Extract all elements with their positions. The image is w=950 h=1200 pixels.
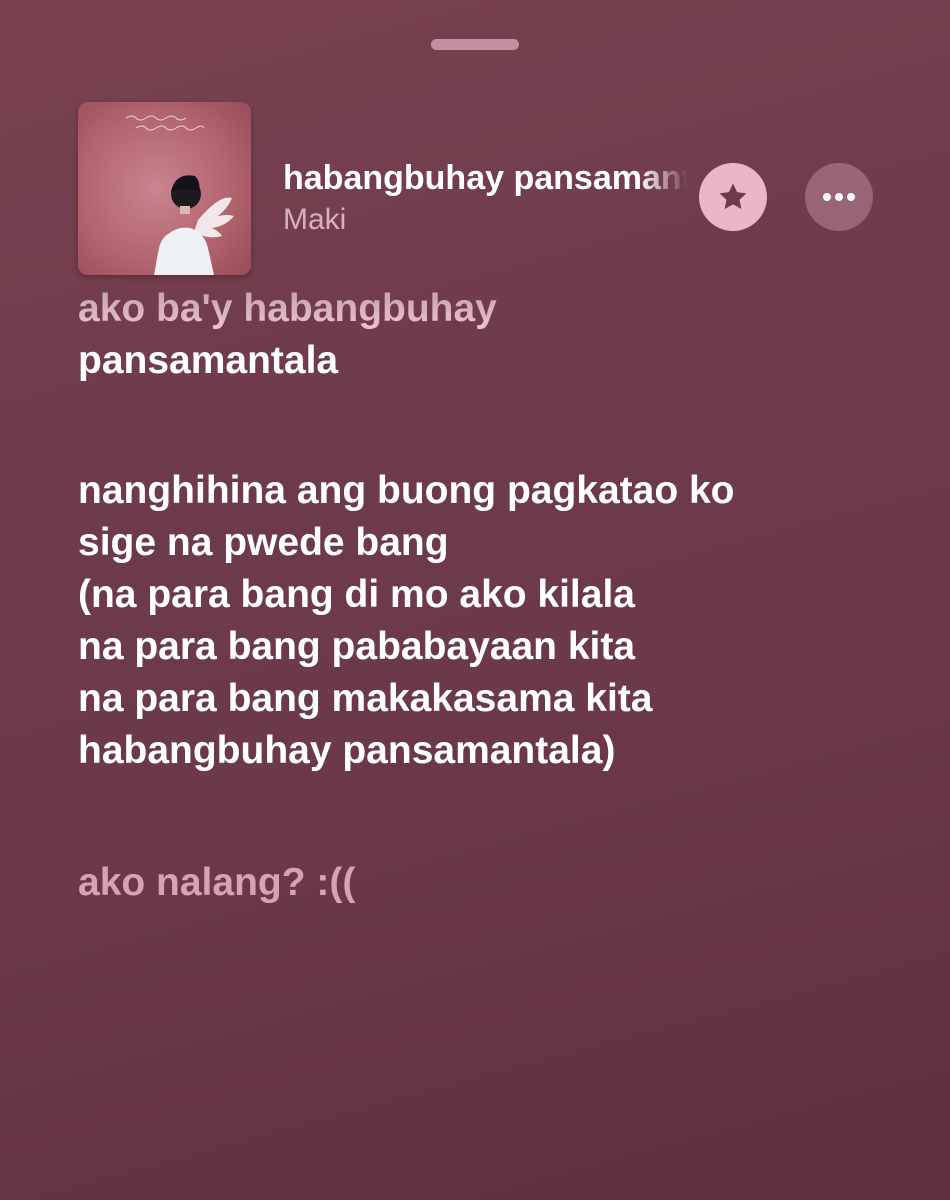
track-info[interactable]: habangbuhay pansamantala Maki bbox=[283, 158, 688, 240]
lyric-line-current[interactable]: (na para bang di mo ako kilala bbox=[78, 569, 938, 621]
lyric-line-current[interactable]: na para bang makakasama kita bbox=[78, 673, 938, 725]
track-title: habangbuhay pansamantala bbox=[283, 159, 688, 197]
lyric-line-previous[interactable]: pansamantala bbox=[78, 335, 938, 387]
track-artist[interactable]: Maki bbox=[283, 200, 688, 240]
now-playing-header: habangbuhay pansamantala Maki bbox=[0, 0, 950, 290]
lyric-line-previous[interactable]: ako ba'y habangbuhay bbox=[78, 283, 938, 335]
lyrics-view[interactable]: ako ba'y habangbuhay pansamantala nanghi… bbox=[78, 283, 938, 909]
more-options-button[interactable] bbox=[805, 163, 873, 231]
lyric-line-current[interactable]: sige na pwede bang bbox=[78, 517, 938, 569]
album-art[interactable] bbox=[78, 102, 251, 275]
album-art-image bbox=[78, 102, 251, 275]
lyric-line-current[interactable]: na para bang pababayaan kita bbox=[78, 621, 938, 673]
lyric-line-next[interactable]: ako nalang? :(( bbox=[78, 857, 938, 909]
ellipsis-icon bbox=[823, 193, 855, 201]
lyric-line-current[interactable]: habangbuhay pansamantala) bbox=[78, 725, 938, 777]
favorite-button[interactable] bbox=[699, 163, 767, 231]
lyric-line-current[interactable]: nanghihina ang buong pagkatao ko bbox=[78, 465, 938, 517]
star-icon bbox=[719, 183, 747, 210]
